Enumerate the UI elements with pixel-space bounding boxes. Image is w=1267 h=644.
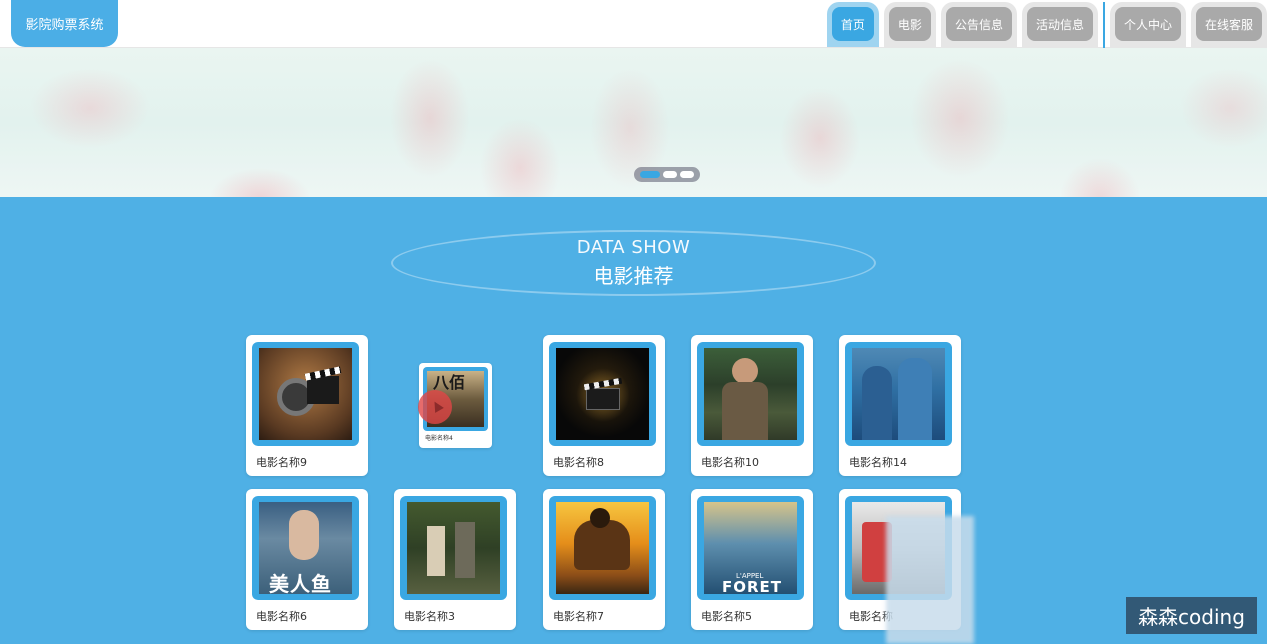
nav-movies[interactable]: 电影	[883, 2, 936, 47]
movie-card[interactable]: 电影名称8	[543, 335, 665, 476]
nav-home[interactable]: 首页	[826, 2, 879, 47]
banner-carousel[interactable]	[0, 48, 1267, 197]
poster-frame: 美人鱼	[252, 496, 359, 600]
movie-name[interactable]: 电影名称4	[425, 433, 453, 442]
carousel-dot-3[interactable]	[680, 171, 694, 178]
carousel-indicator	[634, 167, 700, 182]
movie-name[interactable]: 电影名称9	[256, 454, 307, 470]
poster-frame	[252, 342, 359, 446]
movie-name[interactable]: 电影名称3	[404, 608, 455, 624]
blurred-overlay	[886, 516, 974, 644]
movie-name[interactable]: 电影名称6	[256, 608, 307, 624]
carousel-dot-2[interactable]	[663, 171, 677, 178]
nav-home-label[interactable]: 首页	[831, 7, 874, 41]
poster-title-text: 美人鱼	[269, 572, 332, 594]
nav-support[interactable]: 在线客服	[1190, 2, 1267, 47]
movie-poster[interactable]	[407, 502, 500, 594]
poster-frame	[549, 342, 656, 446]
section-title-cn: 电影推荐	[593, 264, 674, 288]
movie-name[interactable]: 电影名称14	[849, 454, 907, 470]
nav-profile[interactable]: 个人中心	[1109, 2, 1186, 47]
poster-frame	[400, 496, 507, 600]
movie-poster[interactable]	[852, 348, 945, 440]
movie-card[interactable]: 电影名称10	[691, 335, 813, 476]
movie-name[interactable]: 电影名称5	[701, 608, 752, 624]
movie-card[interactable]: L'APPEL FORET 电影名称5	[691, 489, 813, 630]
poster-frame: L'APPEL FORET	[697, 496, 804, 600]
movie-card[interactable]: 电影名称7	[543, 489, 665, 630]
poster-frame	[697, 342, 804, 446]
movie-name[interactable]: 电影名称7	[553, 608, 604, 624]
poster-frame	[549, 496, 656, 600]
section-title-en: DATA SHOW	[576, 237, 691, 258]
section-title: DATA SHOW 电影推荐	[391, 230, 876, 296]
movie-poster[interactable]	[704, 348, 797, 440]
poster-frame	[845, 342, 952, 446]
movie-name[interactable]: 电影名称10	[701, 454, 759, 470]
nav-support-label[interactable]: 在线客服	[1195, 7, 1262, 41]
movie-poster[interactable]: L'APPEL FORET	[704, 502, 797, 594]
movie-card[interactable]: 美人鱼 电影名称6	[246, 489, 368, 630]
nav-announcements[interactable]: 公告信息	[940, 2, 1017, 47]
nav-events-label[interactable]: 活动信息	[1026, 7, 1093, 41]
watermark: 森森coding	[1126, 597, 1257, 634]
top-header: 影院购票系统 首页 电影 公告信息 活动信息 个人中心 在线客服	[0, 0, 1267, 48]
movie-poster[interactable]	[259, 348, 352, 440]
main-nav: 首页 电影 公告信息 活动信息 个人中心 在线客服	[826, 2, 1267, 48]
poster-title-text: FORET	[722, 578, 783, 594]
nav-announcements-label[interactable]: 公告信息	[945, 7, 1012, 41]
nav-movies-label[interactable]: 电影	[888, 7, 931, 41]
movie-name[interactable]: 电影名称8	[553, 454, 604, 470]
movie-poster[interactable]	[556, 348, 649, 440]
carousel-dot-1[interactable]	[640, 171, 660, 178]
nav-events[interactable]: 活动信息	[1021, 2, 1098, 47]
movie-poster[interactable]	[556, 502, 649, 594]
movie-poster[interactable]: 美人鱼	[259, 502, 352, 594]
site-logo[interactable]: 影院购票系统	[11, 0, 118, 47]
nav-divider	[1102, 2, 1105, 48]
nav-profile-label[interactable]: 个人中心	[1114, 7, 1181, 41]
movie-card[interactable]: 电影名称3	[394, 489, 516, 630]
movie-card[interactable]: 电影名称14	[839, 335, 961, 476]
movie-card[interactable]: 电影名称9	[246, 335, 368, 476]
